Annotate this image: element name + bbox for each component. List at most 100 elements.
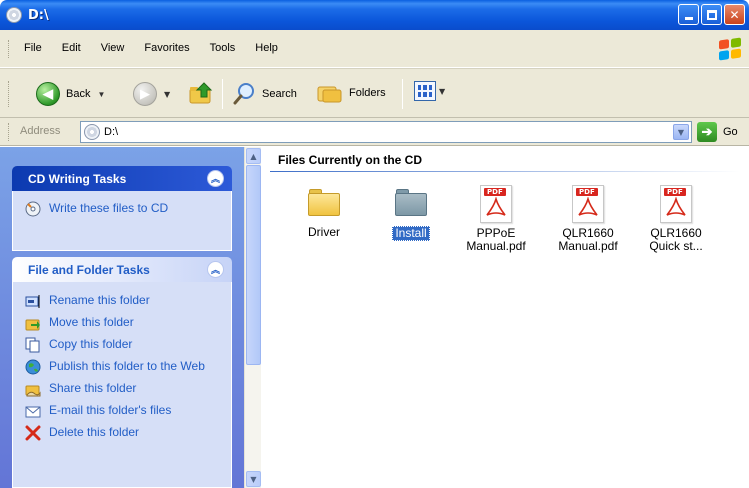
address-label: Address — [20, 125, 61, 137]
task-delete-folder[interactable]: Delete this folder — [25, 425, 219, 441]
forward-arrow-icon: ▶ — [133, 82, 157, 106]
back-label: Back — [66, 88, 91, 100]
go-label: Go — [723, 126, 738, 138]
scroll-down-icon[interactable]: ▼ — [246, 471, 261, 487]
task-move-folder[interactable]: Move this folder — [25, 315, 219, 331]
task-label: Delete this folder — [49, 425, 140, 439]
menu-help[interactable]: Help — [255, 42, 278, 54]
task-label: Write these files to CD — [49, 201, 169, 215]
task-write-files-to-cd[interactable]: Write these files to CD — [25, 201, 219, 217]
folders-label: Folders — [349, 87, 386, 99]
views-button[interactable]: ▼ — [414, 81, 445, 101]
scroll-thumb[interactable] — [246, 165, 261, 365]
task-publish-folder-web[interactable]: Publish this folder to the Web — [25, 359, 219, 375]
file-name: QLR1660 Manual.pdf — [558, 226, 618, 253]
toolbar: ◀ Back ▼ ▶ ▼ Search Folders ▼ — [0, 68, 749, 118]
close-button[interactable]: ✕ — [724, 4, 745, 25]
move-icon — [25, 319, 40, 331]
address-field-box[interactable]: ▼ — [80, 121, 692, 143]
address-dropdown-icon[interactable]: ▼ — [673, 124, 689, 140]
cd-writing-tasks-title: CD Writing Tasks — [28, 171, 127, 186]
file-folder-tasks-header[interactable]: File and Folder Tasks ︽ — [12, 257, 232, 282]
forward-button[interactable]: ▶ ▼ — [133, 82, 170, 106]
menu-file[interactable]: File — [24, 42, 42, 54]
task-rename-folder[interactable]: Rename this folder — [25, 293, 219, 309]
task-label: Share this folder — [49, 381, 137, 395]
go-arrow-icon: ➔ — [697, 122, 717, 142]
menu-favorites[interactable]: Favorites — [144, 42, 189, 54]
file-name: Driver — [308, 225, 340, 239]
task-label: E-mail this folder's files — [49, 403, 172, 417]
close-icon: ✕ — [729, 7, 740, 22]
minimize-button[interactable] — [678, 4, 699, 25]
address-input[interactable] — [104, 126, 664, 138]
publish-web-icon — [25, 359, 41, 375]
up-folder-icon — [189, 82, 213, 104]
folder-icon — [394, 187, 428, 217]
task-label: Move this folder — [49, 315, 134, 329]
file-folder-tasks-panel: File and Folder Tasks ︽ Rename this fold… — [12, 257, 232, 488]
go-button[interactable]: ➔ Go — [697, 122, 738, 142]
address-grip[interactable] — [8, 123, 11, 141]
folders-icon — [317, 86, 342, 103]
up-folder-button[interactable] — [188, 80, 214, 106]
share-icon — [25, 385, 41, 397]
burn-cd-icon — [25, 201, 41, 217]
task-email-folder-files[interactable]: E-mail this folder's files — [25, 403, 219, 419]
maximize-icon — [706, 9, 717, 20]
group-title: Files Currently on the CD — [278, 153, 423, 167]
rename-icon — [25, 295, 40, 308]
address-bar: Address ▼ ➔ Go — [0, 118, 749, 146]
menu-bar: File Edit View Favorites Tools Help — [0, 30, 749, 68]
file-item-qlr1660-quick-start[interactable]: PDF QLR1660 Quick st... — [634, 185, 718, 253]
cd-writing-tasks-header[interactable]: CD Writing Tasks ︽ — [12, 166, 232, 191]
file-name: QLR1660 Quick st... — [649, 226, 703, 253]
scroll-up-icon[interactable]: ▲ — [246, 148, 261, 164]
window-controls: ✕ — [678, 4, 745, 25]
task-copy-folder[interactable]: Copy this folder — [25, 337, 219, 353]
file-item-qlr1660-manual[interactable]: PDF QLR1660 Manual.pdf — [546, 185, 630, 253]
pdf-file-icon: PDF — [660, 185, 692, 223]
menu-edit[interactable]: Edit — [62, 42, 81, 54]
search-button[interactable]: Search — [232, 82, 297, 106]
task-label: Rename this folder — [49, 293, 150, 307]
file-name: PPPoE Manual.pdf — [466, 226, 526, 253]
menu-grip[interactable] — [8, 40, 11, 58]
menu-view[interactable]: View — [101, 42, 125, 54]
file-folder-tasks-body: Rename this folder Move this folder Copy… — [12, 282, 232, 488]
menu-tools[interactable]: Tools — [210, 42, 236, 54]
cd-writing-tasks-body: Write these files to CD — [12, 191, 232, 251]
toolbar-separator — [402, 79, 403, 109]
toolbar-separator — [222, 79, 223, 109]
task-pane-scrollbar[interactable]: ▲ ▼ — [244, 147, 261, 488]
maximize-button[interactable] — [701, 4, 722, 25]
task-label: Publish this folder to the Web — [49, 359, 205, 373]
back-dropdown-icon[interactable]: ▼ — [97, 90, 105, 99]
collapse-chevron-icon[interactable]: ︽ — [207, 261, 224, 278]
views-dropdown-icon[interactable]: ▼ — [439, 87, 445, 96]
task-share-folder[interactable]: Share this folder — [25, 381, 219, 397]
file-item-driver[interactable]: Driver — [282, 187, 366, 239]
minimize-icon — [684, 17, 693, 20]
file-name: Install — [392, 226, 430, 241]
window-title: D:\ — [28, 7, 49, 23]
toolbar-grip[interactable] — [8, 81, 11, 107]
task-pane: CD Writing Tasks ︽ Write these files to … — [0, 147, 244, 488]
back-button[interactable]: ◀ Back ▼ — [36, 82, 105, 106]
folder-icon — [307, 187, 341, 217]
title-bar[interactable]: D:\ ✕ — [0, 0, 749, 30]
collapse-chevron-icon[interactable]: ︽ — [207, 170, 224, 187]
cd-drive-icon — [6, 7, 22, 23]
menu-items: File Edit View Favorites Tools Help — [24, 42, 298, 54]
views-icon — [414, 81, 436, 101]
search-label: Search — [262, 88, 297, 100]
cd-drive-icon — [84, 124, 100, 140]
folders-button[interactable]: Folders — [317, 82, 386, 104]
email-icon — [25, 406, 41, 418]
file-item-pppoe-manual[interactable]: PDF PPPoE Manual.pdf — [454, 185, 538, 253]
forward-dropdown-icon[interactable]: ▼ — [164, 90, 170, 99]
file-item-install[interactable]: Install — [369, 187, 453, 241]
task-label: Copy this folder — [49, 337, 133, 351]
group-divider — [270, 171, 740, 172]
pdf-file-icon: PDF — [572, 185, 604, 223]
